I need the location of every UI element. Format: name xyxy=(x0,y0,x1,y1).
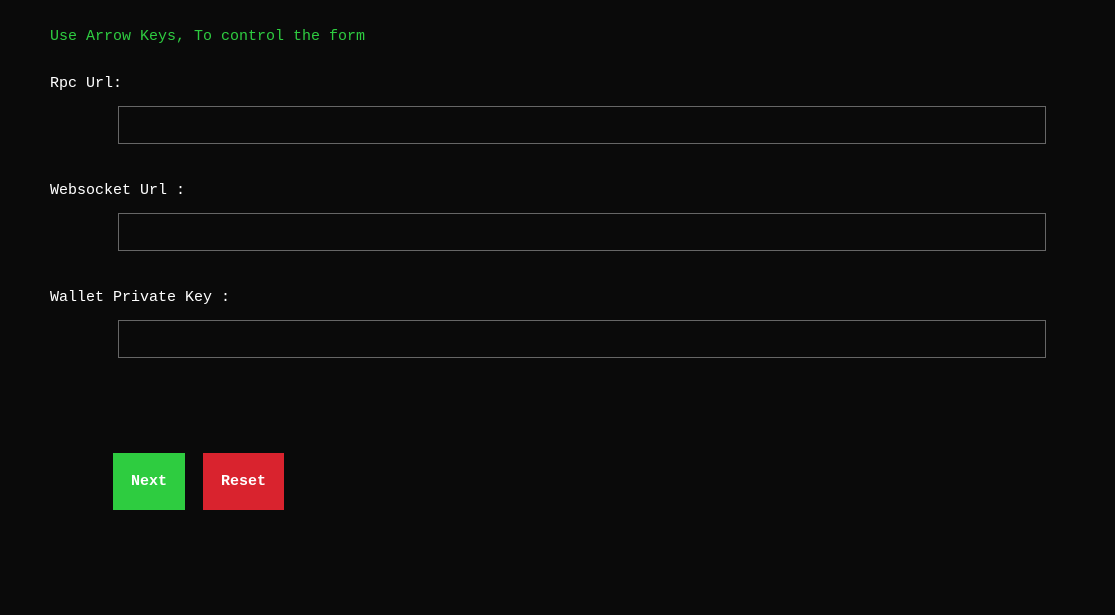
private-key-input[interactable] xyxy=(118,320,1046,358)
websocket-url-input-wrapper xyxy=(50,213,1065,251)
rpc-url-input[interactable] xyxy=(118,106,1046,144)
button-row: Next Reset xyxy=(50,453,1065,510)
private-key-group: Wallet Private Key : xyxy=(50,289,1065,358)
websocket-url-label: Websocket Url : xyxy=(50,182,1065,199)
rpc-url-input-wrapper xyxy=(50,106,1065,144)
private-key-label: Wallet Private Key : xyxy=(50,289,1065,306)
websocket-url-input[interactable] xyxy=(118,213,1046,251)
websocket-url-group: Websocket Url : xyxy=(50,182,1065,251)
private-key-input-wrapper xyxy=(50,320,1065,358)
rpc-url-group: Rpc Url: xyxy=(50,75,1065,144)
rpc-url-label: Rpc Url: xyxy=(50,75,1065,92)
form-container: Use Arrow Keys, To control the form Rpc … xyxy=(0,0,1115,538)
reset-button[interactable]: Reset xyxy=(203,453,284,510)
next-button[interactable]: Next xyxy=(113,453,185,510)
instruction-text: Use Arrow Keys, To control the form xyxy=(50,28,1065,45)
